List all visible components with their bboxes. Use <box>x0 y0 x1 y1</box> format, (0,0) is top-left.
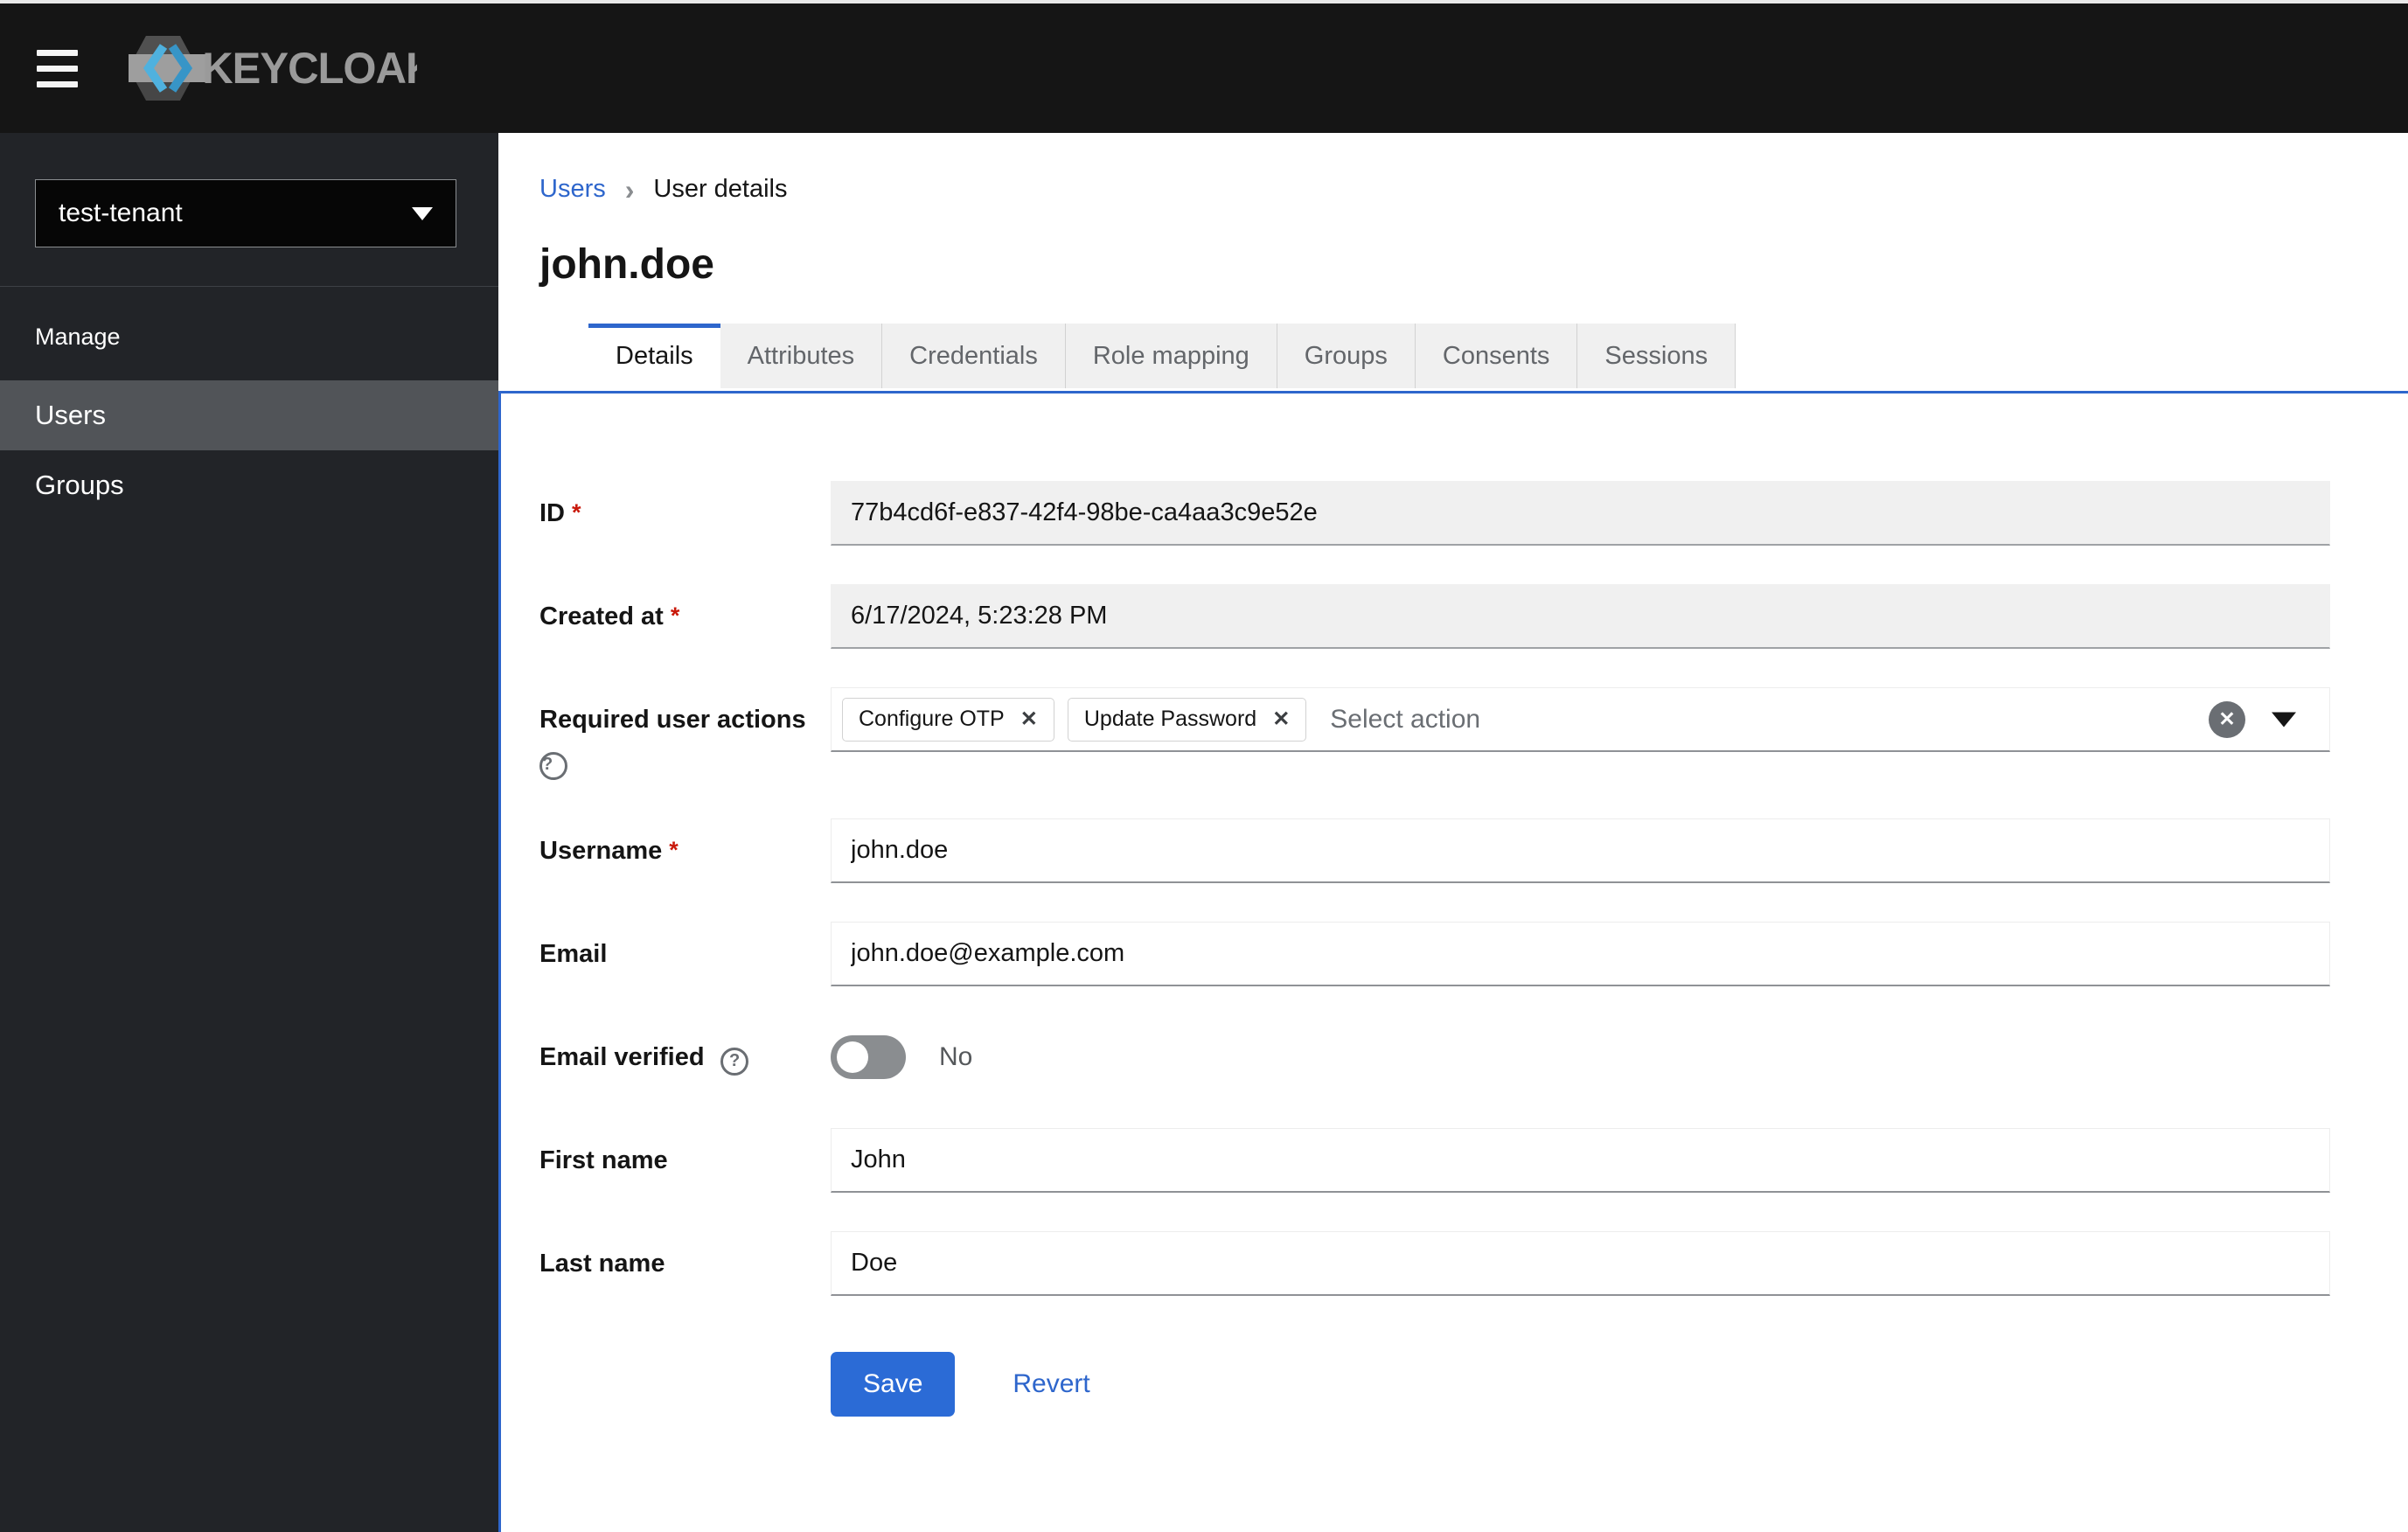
username-field[interactable] <box>831 818 2330 883</box>
chip-remove-icon[interactable]: ✕ <box>1020 708 1038 730</box>
breadcrumb-current: User details <box>653 175 788 203</box>
realm-selector-value: test-tenant <box>59 198 183 227</box>
created-at-field[interactable] <box>831 584 2330 649</box>
tab-groups[interactable]: Groups <box>1277 324 1416 388</box>
email-label: Email <box>539 940 608 968</box>
sidebar-item-groups[interactable]: Groups <box>0 450 498 520</box>
save-button[interactable]: Save <box>831 1352 956 1417</box>
required-user-actions-multiselect[interactable]: Configure OTP ✕ Update Password ✕ Select… <box>831 687 2330 752</box>
help-icon[interactable]: ? <box>720 1047 749 1076</box>
field-row-last-name: Last name <box>539 1231 2408 1296</box>
main-content: Users › User details john.doe Details At… <box>498 133 2408 1532</box>
first-name-label: First name <box>539 1146 668 1174</box>
clear-all-icon[interactable]: ✕ <box>2209 700 2245 738</box>
tab-attributes[interactable]: Attributes <box>720 324 883 388</box>
page-title: john.doe <box>539 241 714 288</box>
chevron-down-icon[interactable] <box>2272 712 2296 727</box>
required-user-actions-label: Required user actions <box>539 706 806 734</box>
tab-list: Details Attributes Credentials Role mapp… <box>588 324 2408 388</box>
sidebar: test-tenant Manage Users Groups <box>0 133 498 1532</box>
field-row-created-at: Created at * <box>539 584 2408 649</box>
id-field[interactable] <box>831 481 2330 546</box>
masthead: KEYCLOAK <box>0 3 2408 133</box>
last-name-field[interactable] <box>831 1231 2330 1296</box>
username-label: Username <box>539 837 663 865</box>
tab-role-mapping[interactable]: Role mapping <box>1065 324 1277 388</box>
breadcrumb-separator-icon: › <box>624 173 635 205</box>
tab-details[interactable]: Details <box>588 324 720 388</box>
tab-sessions[interactable]: Sessions <box>1577 324 1736 388</box>
id-label: ID <box>539 499 565 527</box>
toggle-knob <box>837 1041 868 1073</box>
required-indicator: * <box>572 499 581 526</box>
chevron-down-icon <box>412 206 433 220</box>
field-row-required-user-actions: Required user actions ? Configure OTP ✕ … <box>539 687 2408 780</box>
keycloak-logo: KEYCLOAK <box>129 33 417 103</box>
breadcrumb: Users › User details <box>539 175 2408 204</box>
email-field[interactable] <box>831 922 2330 986</box>
tab-consents[interactable]: Consents <box>1415 324 1578 388</box>
nav-section-label: Manage <box>35 324 121 350</box>
chip-remove-icon[interactable]: ✕ <box>1272 708 1290 730</box>
field-row-username: Username * <box>539 818 2408 883</box>
multiselect-placeholder: Select action <box>1330 704 1481 734</box>
email-verified-state: No <box>939 1042 973 1071</box>
required-indicator: * <box>669 837 679 863</box>
email-verified-label: Email verified <box>539 1043 705 1071</box>
field-row-email-verified: Email verified ? No <box>539 1025 2408 1090</box>
sidebar-item-users[interactable]: Users <box>0 380 498 450</box>
first-name-field[interactable] <box>831 1128 2330 1193</box>
field-row-first-name: First name <box>539 1128 2408 1193</box>
details-panel: ID* Created at* Required user actions ? … <box>498 391 2408 1532</box>
chip-configure-otp: Configure OTP ✕ <box>842 697 1054 742</box>
field-row-email: Email <box>539 922 2408 986</box>
sidebar-nav: Users Groups <box>0 380 498 520</box>
revert-link[interactable]: Revert <box>1013 1369 1089 1399</box>
realm-selector[interactable]: test-tenant <box>35 179 456 247</box>
help-icon[interactable]: ? <box>539 752 567 780</box>
brand-text: KEYCLOAK <box>202 45 417 94</box>
created-at-label: Created at <box>539 602 664 630</box>
tab-credentials[interactable]: Credentials <box>882 324 1066 388</box>
email-verified-toggle[interactable] <box>831 1035 906 1079</box>
field-row-id: ID * <box>539 481 2408 546</box>
required-indicator: * <box>670 602 680 629</box>
keycloak-logo-icon: KEYCLOAK <box>129 36 417 101</box>
form-actions: Save Revert <box>831 1352 2408 1417</box>
nav-toggle-hamburger-icon[interactable] <box>37 45 78 93</box>
chip-update-password: Update Password ✕ <box>1067 697 1307 742</box>
breadcrumb-link-users[interactable]: Users <box>539 175 606 204</box>
last-name-label: Last name <box>539 1250 665 1278</box>
